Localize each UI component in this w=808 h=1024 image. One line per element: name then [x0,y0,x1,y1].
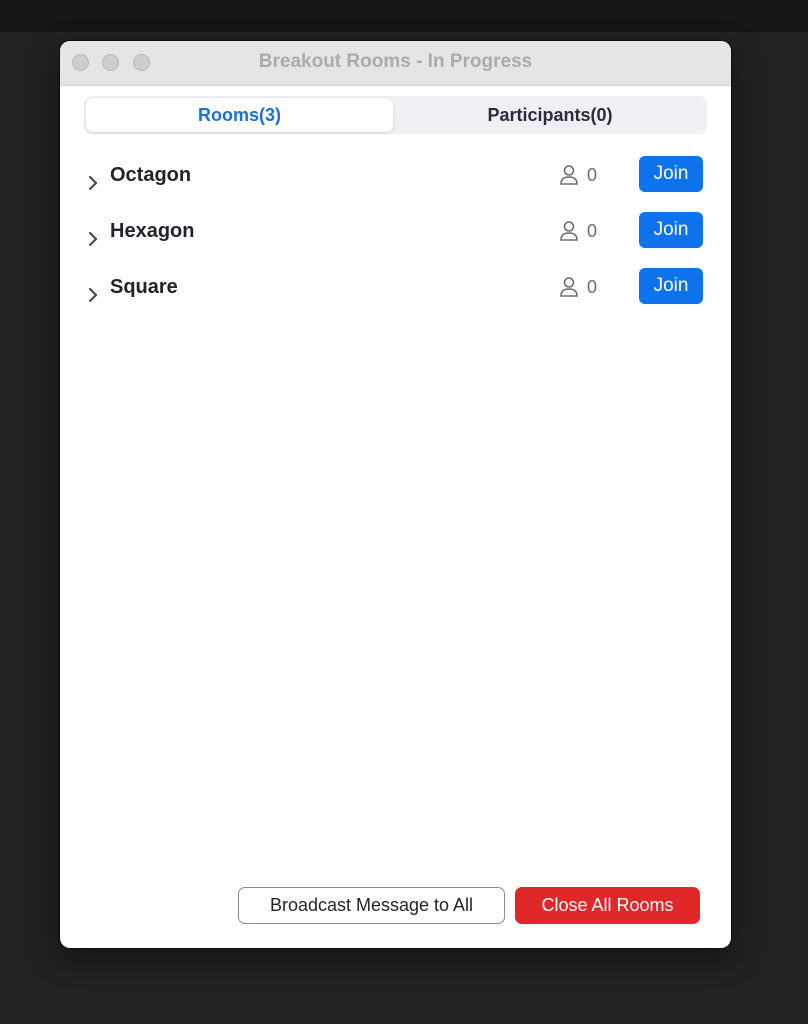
join-button-octagon[interactable]: Join [639,156,703,192]
room-row-octagon[interactable]: Octagon 0 Join [60,156,731,212]
breakout-rooms-window: Breakout Rooms - In Progress Rooms(3) Pa… [60,41,731,948]
room-row-square[interactable]: Square 0 Join [60,268,731,324]
title-bar: Breakout Rooms - In Progress [60,41,731,86]
person-icon [560,221,578,241]
room-name: Hexagon [110,220,195,242]
participant-count: 0 [587,165,598,185]
person-icon [560,165,578,185]
chevron-right-icon[interactable] [84,174,102,192]
tab-rooms[interactable]: Rooms(3) [86,98,393,132]
join-button-hexagon[interactable]: Join [639,212,703,248]
room-list: Octagon 0 Join Hexagon 0 Join Square 0 J… [60,156,731,324]
chevron-right-icon[interactable] [84,230,102,248]
window-title: Breakout Rooms - In Progress [258,51,533,72]
broadcast-message-button[interactable]: Broadcast Message to All [238,887,505,924]
participant-count: 0 [587,277,598,297]
close-all-rooms-button[interactable]: Close All Rooms [515,887,700,924]
desktop-top-bar [0,0,808,32]
tab-switcher: Rooms(3) Participants(0) [84,96,707,134]
tab-participants[interactable]: Participants(0) [395,98,705,132]
chevron-right-icon[interactable] [84,286,102,304]
room-row-hexagon[interactable]: Hexagon 0 Join [60,212,731,268]
person-icon [560,277,578,297]
room-name: Octagon [110,164,192,186]
room-name: Square [110,276,178,298]
participant-count: 0 [587,221,598,241]
join-button-square[interactable]: Join [639,268,703,304]
